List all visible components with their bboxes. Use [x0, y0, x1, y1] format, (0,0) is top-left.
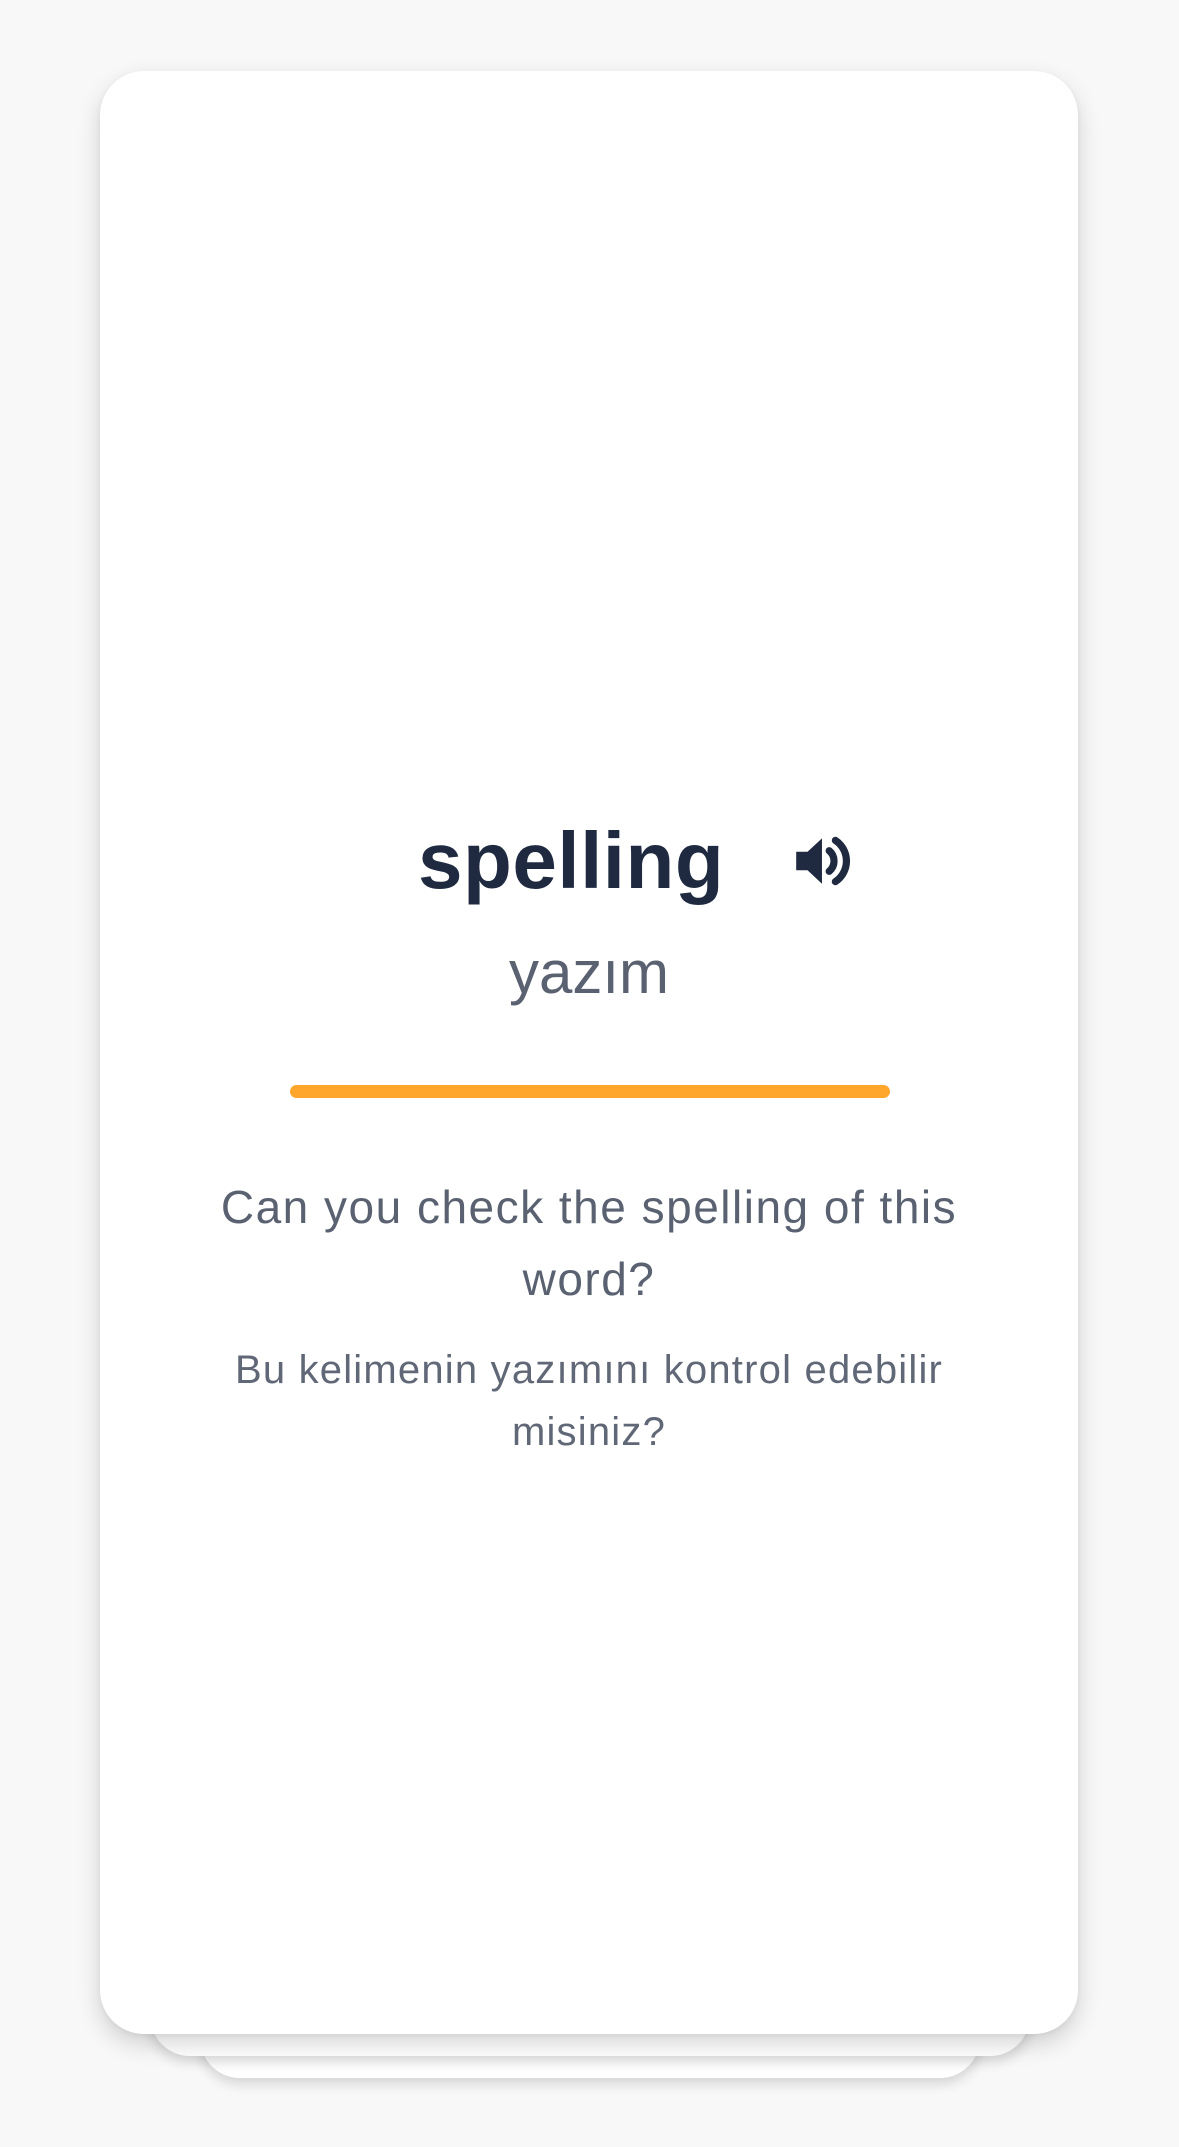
word-row: spelling [100, 806, 1078, 916]
speaker-icon[interactable] [790, 828, 856, 894]
example-sentence: Can you check the spelling of this word? [220, 1181, 958, 1305]
flashcard[interactable]: spelling yazım Can you check the spellin… [100, 71, 1078, 2034]
word-translation: yazım [508, 939, 670, 1006]
example-sentence-translation: Bu kelimenin yazımını kontrol edebilir m… [234, 1348, 944, 1454]
word-text: spelling [418, 816, 725, 905]
divider-bar [290, 1085, 890, 1098]
